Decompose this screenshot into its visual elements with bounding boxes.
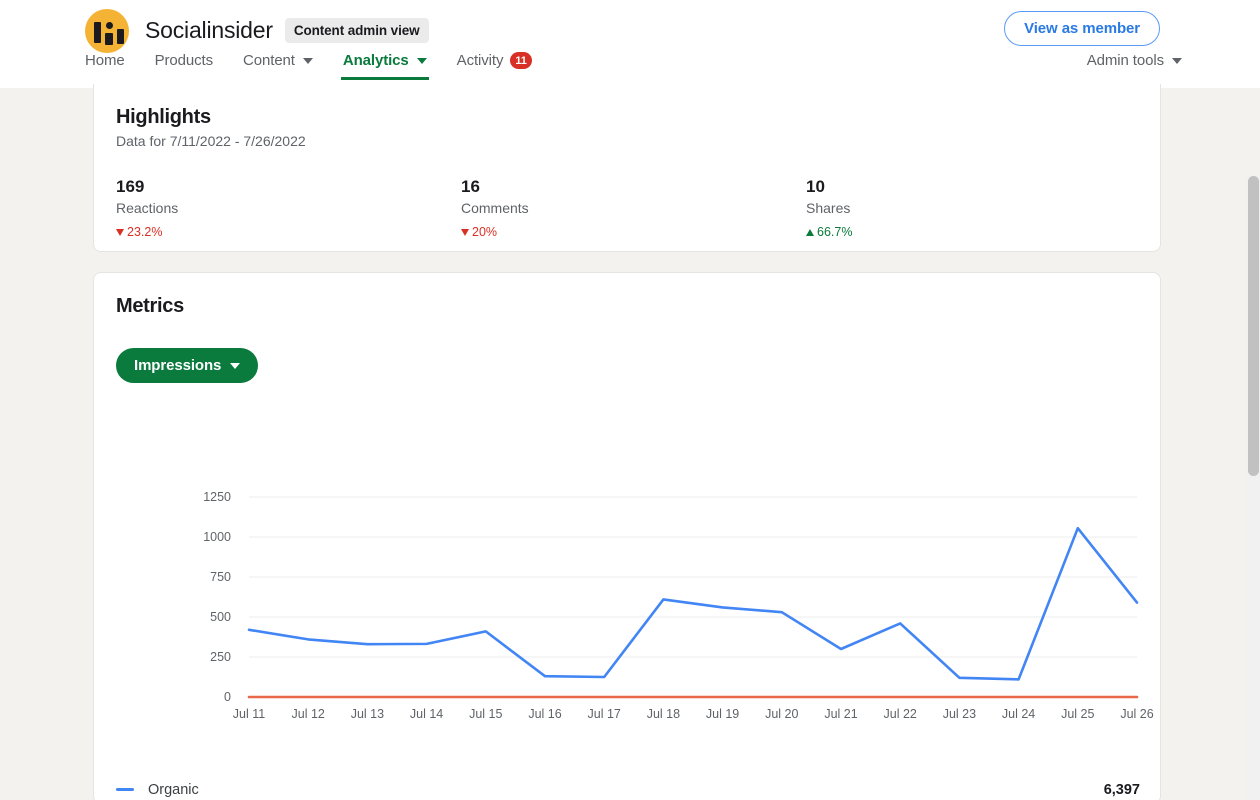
nav-item-label: Home	[85, 52, 125, 69]
highlights-stats: 169 Reactions 23.2% 16 Comments 20% 10 S…	[94, 149, 1160, 239]
x-axis-tick-label: Jul 22	[884, 707, 917, 721]
legend-row-organic[interactable]: Organic 6,397	[116, 765, 1140, 800]
y-axis-tick-label: 1250	[203, 490, 231, 504]
highlights-header: Highlights Data for 7/11/2022 - 7/26/202…	[94, 84, 1160, 149]
nav-item-label: Products	[154, 52, 214, 69]
metrics-header: Metrics	[94, 273, 1160, 318]
activity-count-badge: 11	[510, 52, 532, 69]
x-axis-tick-label: Jul 21	[824, 707, 857, 721]
highlights-card: Highlights Data for 7/11/2022 - 7/26/202…	[93, 84, 1161, 252]
nav-item-products[interactable]: Products	[154, 52, 214, 80]
x-axis-tick-label: Jul 11	[233, 707, 265, 721]
stat-label: Reactions	[116, 200, 179, 216]
page-body: Highlights Data for 7/11/2022 - 7/26/202…	[0, 84, 1260, 800]
logo-shape-center-bar	[105, 32, 113, 45]
admin-view-chip: Content admin view	[284, 18, 429, 43]
chevron-down-icon	[230, 362, 241, 369]
stat-label: Shares	[806, 200, 851, 216]
triangle-up-icon	[806, 228, 814, 236]
stat-delta-value: 66.7%	[817, 225, 853, 239]
y-axis-tick-label: 500	[210, 610, 231, 624]
x-axis-tick-label: Jul 14	[410, 707, 443, 721]
nav-item-content[interactable]: Content	[243, 52, 313, 80]
brand-name[interactable]: Socialinsider	[145, 17, 273, 44]
socialinsider-logo-icon[interactable]	[85, 8, 129, 53]
nav-item-activity[interactable]: Activity 11	[457, 52, 532, 80]
top-bar: Socialinsider Content admin view View as…	[0, 0, 1260, 88]
nav-right-group: Admin tools	[1087, 52, 1182, 80]
line-chart-svg: 0 250 500 750 1000 1250 Jul 11 Jul 12 Jul 13 Jul …	[203, 490, 1154, 721]
highlights-date-range: Data for 7/11/2022 - 7/26/2022	[116, 133, 306, 149]
stat-delta: 20%	[461, 225, 806, 239]
nav-item-label: Admin tools	[1086, 52, 1164, 69]
triangle-down-icon	[461, 228, 469, 236]
chart-legend: Organic 6,397 Sponsored	[116, 765, 1140, 800]
page-scrollbar[interactable]	[1247, 176, 1260, 800]
logo-shape-right-bar	[117, 28, 124, 44]
nav-item-label: Analytics	[342, 52, 409, 69]
x-axis-tick-label: Jul 24	[1002, 707, 1035, 721]
stat-delta-value: 20%	[472, 225, 498, 239]
x-axis-tick-label: Jul 26	[1120, 707, 1153, 721]
x-axis-tick-label: Jul 18	[647, 707, 680, 721]
chevron-down-icon	[1172, 57, 1182, 64]
stat-delta: 23.2%	[116, 225, 461, 239]
nav-item-label: Content	[243, 52, 295, 69]
logo-shape-left-bar	[94, 21, 101, 43]
scrollbar-thumb[interactable]	[1248, 176, 1259, 476]
stat-value: 10	[806, 177, 825, 196]
metric-selector-button[interactable]: Impressions	[116, 348, 259, 383]
x-axis-tick-label: Jul 19	[706, 707, 739, 721]
legend-line-icon-organic	[116, 788, 134, 791]
y-axis-tick-label: 1000	[203, 530, 231, 544]
x-axis-tick-label: Jul 25	[1061, 707, 1094, 721]
x-axis-tick-label: Jul 23	[943, 707, 976, 721]
x-axis-tick-label: Jul 16	[528, 707, 561, 721]
x-axis-tick-label: Jul 20	[765, 707, 798, 721]
x-axis-tick-label: Jul 17	[588, 707, 621, 721]
stat-delta: 66.7%	[806, 225, 1151, 239]
x-axis-tick-label: Jul 12	[292, 707, 325, 721]
legend-total-value: 6,397	[1103, 781, 1140, 798]
chevron-down-icon	[302, 57, 313, 64]
legend-label: Organic	[148, 781, 199, 798]
y-axis-tick-label: 0	[224, 690, 231, 704]
nav-item-analytics[interactable]: Analytics	[340, 52, 429, 80]
logo-shape-dot	[106, 21, 113, 29]
triangle-down-icon	[116, 228, 124, 236]
x-axis-tick-label: Jul 13	[351, 707, 384, 721]
x-axis-tick-label: Jul 15	[469, 707, 502, 721]
metrics-title: Metrics	[116, 295, 184, 317]
highlights-title: Highlights	[116, 106, 211, 128]
metric-selector-label: Impressions	[134, 357, 222, 374]
stat-reactions: 169 Reactions 23.2%	[116, 177, 461, 239]
main-nav: Home Products Content Analytics Activity…	[0, 52, 1260, 88]
y-axis-tick-label: 750	[210, 570, 231, 584]
stat-comments: 16 Comments 20%	[461, 177, 806, 239]
chevron-down-icon	[416, 57, 427, 64]
y-axis-tick-label: 250	[210, 650, 231, 664]
stat-delta-value: 23.2%	[127, 225, 163, 239]
nav-item-home[interactable]: Home	[85, 52, 125, 80]
view-as-member-button[interactable]: View as member	[1004, 11, 1160, 46]
stat-value: 16	[461, 177, 480, 196]
stat-value: 169	[116, 177, 145, 196]
nav-item-admin-tools[interactable]: Admin tools	[1087, 52, 1182, 80]
stat-shares: 10 Shares 66.7%	[806, 177, 1151, 239]
metrics-line-chart: 0 250 500 750 1000 1250 Jul 11 Jul 12 Jul 13 Jul …	[94, 485, 1162, 735]
metrics-card: Metrics Impressions 0 250 500 750 1000 1250 Ju…	[93, 272, 1161, 800]
nav-item-label: Activity	[456, 52, 504, 69]
stat-label: Comments	[461, 200, 529, 216]
